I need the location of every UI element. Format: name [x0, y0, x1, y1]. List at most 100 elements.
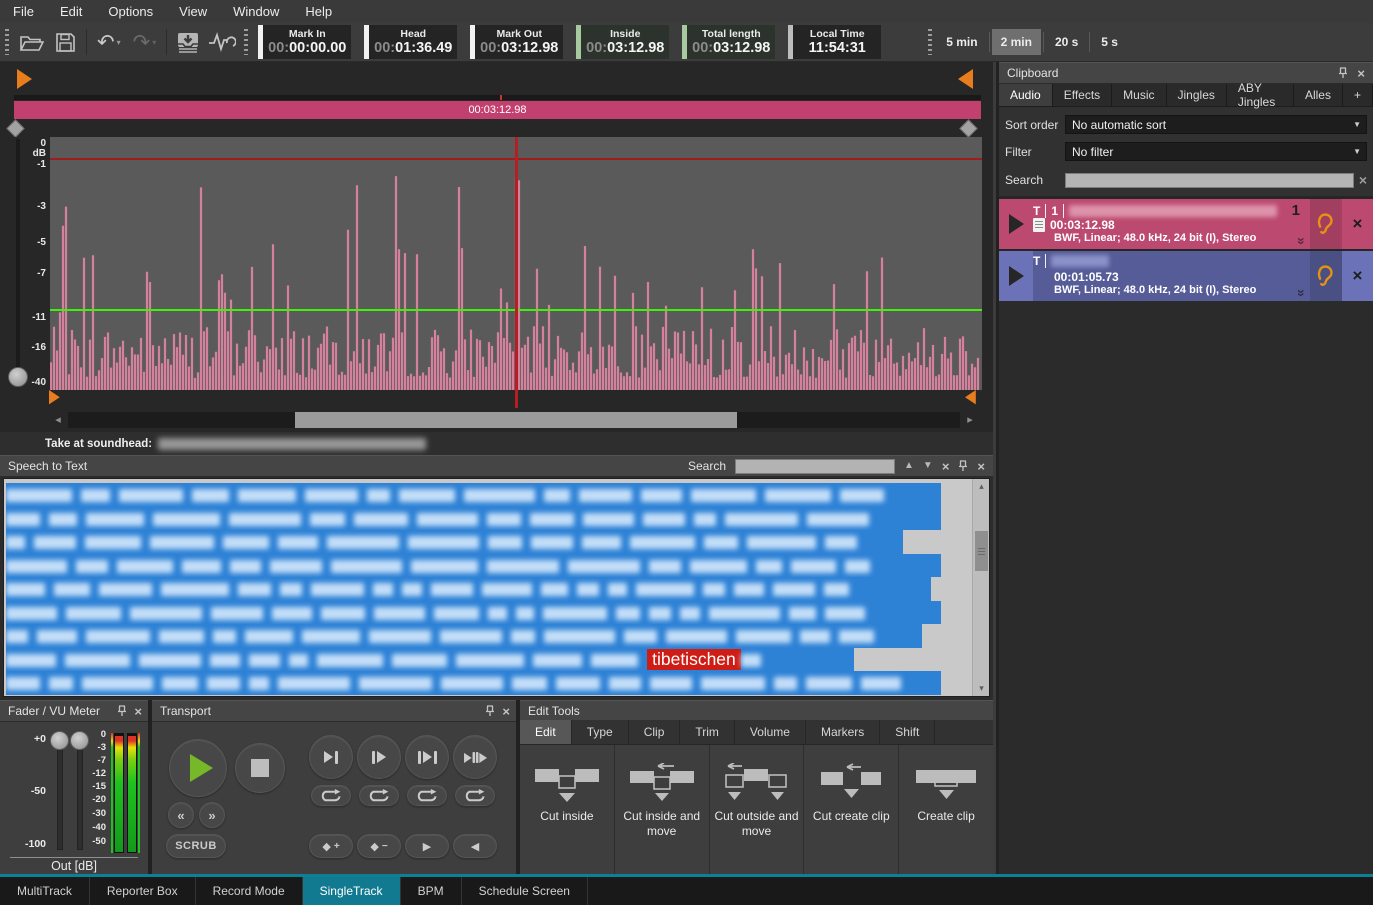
item-delete-button[interactable]: × [1340, 251, 1373, 301]
loop-button-3[interactable] [407, 785, 447, 806]
mark-out-marker-icon[interactable] [958, 69, 973, 89]
scroll-left-arrow[interactable]: ◂ [51, 411, 65, 428]
play-button[interactable] [169, 739, 227, 797]
tab-alles[interactable]: Alles [1294, 84, 1343, 106]
menu-edit[interactable]: Edit [47, 0, 95, 23]
tab-singletrack[interactable]: SingleTrack [303, 877, 401, 905]
remove-marker-button[interactable]: ◆− [357, 834, 401, 858]
tab-clip[interactable]: Clip [629, 720, 681, 744]
tab-shift[interactable]: Shift [880, 720, 935, 744]
zoom-preset-2min[interactable]: 2 min [992, 29, 1041, 55]
tab-aby-jingles[interactable]: ABY Jingles [1227, 84, 1294, 106]
save-button[interactable] [48, 27, 82, 57]
menu-help[interactable]: Help [292, 0, 345, 23]
tab-type[interactable]: Type [572, 720, 629, 744]
tab-add[interactable]: + [1343, 84, 1373, 106]
open-button[interactable] [14, 27, 48, 57]
zoom-preset-5s[interactable]: 5 s [1092, 29, 1127, 55]
add-marker-button[interactable]: ◆+ [309, 834, 353, 858]
tab-reporter-box[interactable]: Reporter Box [90, 877, 196, 905]
scrub-button[interactable]: SCRUB [166, 834, 226, 858]
fader-knob-right[interactable] [70, 731, 89, 750]
range-handle-right[interactable] [959, 119, 977, 137]
menu-options[interactable]: Options [95, 0, 166, 23]
range-handle-left[interactable] [6, 119, 24, 137]
search-clear-icon[interactable]: × [942, 460, 950, 473]
fader-track-left[interactable] [57, 740, 63, 850]
selection-range-bar[interactable]: 00:03:12.98 [14, 101, 981, 119]
cut-inside-button[interactable]: Cut inside [520, 745, 615, 874]
play-to-mark-button[interactable] [309, 735, 353, 779]
search-prev-icon[interactable]: ▲ [904, 461, 914, 471]
tab-schedule-screen[interactable]: Schedule Screen [462, 877, 588, 905]
tab-edit[interactable]: Edit [520, 720, 572, 744]
zoom-preset-20s[interactable]: 20 s [1046, 29, 1087, 55]
playhead-cursor[interactable] [515, 137, 518, 408]
clipboard-item-2[interactable]: T 00:01:05.73 BWF, Linear; 48.0 kHz, 24 … [999, 251, 1373, 301]
toolbar-grip[interactable] [928, 29, 932, 55]
loop-button-1[interactable] [311, 785, 351, 806]
tab-trim[interactable]: Trim [680, 720, 735, 744]
fader-track-right[interactable] [77, 740, 83, 850]
prelisten-button[interactable] [1310, 199, 1340, 249]
tab-multitrack[interactable]: MultiTrack [0, 877, 90, 905]
undo-dropdown-caret[interactable]: ▾ [117, 38, 121, 47]
clipboard-item-1[interactable]: T 1 1 00:03:12.98 BWF, Linear; 48.0 kHz,… [999, 199, 1373, 249]
vscroll-up-arrow[interactable]: ▴ [973, 479, 990, 494]
skip-back-button[interactable]: « [168, 802, 194, 828]
menu-file[interactable]: File [0, 0, 47, 23]
tab-bpm[interactable]: BPM [401, 877, 462, 905]
undo-button[interactable]: ↶ ▾ [91, 32, 127, 53]
filter-dropdown[interactable]: No filter ▼ [1065, 142, 1367, 161]
cut-outside-move-button[interactable]: Cut outside and move [710, 745, 805, 874]
vscroll-down-arrow[interactable]: ▾ [973, 681, 990, 696]
play-from-mark-button[interactable] [357, 735, 401, 779]
close-icon[interactable]: × [502, 705, 510, 718]
scroll-thumb[interactable] [295, 412, 737, 428]
vscroll-thumb[interactable] [975, 531, 988, 571]
pin-icon[interactable] [485, 705, 495, 717]
tab-volume[interactable]: Volume [735, 720, 806, 744]
speech-text-content[interactable]: tibetischen ▴ ▾ [3, 478, 990, 697]
item-body[interactable]: T 1 1 00:03:12.98 BWF, Linear; 48.0 kHz,… [1033, 199, 1310, 249]
clipboard-search-input[interactable] [1065, 173, 1354, 188]
collapse-chevrons-icon[interactable]: » [1294, 289, 1310, 297]
mark-in-marker-icon[interactable] [17, 69, 32, 89]
speech-search-input[interactable] [735, 459, 895, 474]
item-body[interactable]: T 00:01:05.73 BWF, Linear; 48.0 kHz, 24 … [1033, 251, 1310, 301]
loop-button-4[interactable] [455, 785, 495, 806]
close-icon[interactable]: × [977, 460, 985, 473]
prelisten-button[interactable] [1310, 251, 1340, 301]
prev-marker-button[interactable]: ◀ [453, 834, 497, 858]
speech-text[interactable]: tibetischen [6, 483, 970, 696]
tab-jingles[interactable]: Jingles [1167, 84, 1227, 106]
scroll-track[interactable] [68, 412, 960, 428]
tab-music[interactable]: Music [1112, 84, 1166, 106]
pin-icon[interactable] [117, 705, 127, 717]
tab-audio[interactable]: Audio [999, 84, 1053, 106]
scroll-right-arrow[interactable]: ▸ [963, 411, 977, 428]
fader-knob-left[interactable] [50, 731, 69, 750]
play-around-mark-button[interactable] [453, 735, 497, 779]
mark-in-lower-icon[interactable] [49, 390, 60, 404]
loop-button-2[interactable] [359, 785, 399, 806]
item-delete-button[interactable]: × [1340, 199, 1373, 249]
toolbar-grip[interactable] [5, 29, 9, 55]
pin-icon[interactable] [1338, 67, 1348, 79]
next-marker-button[interactable]: ▶ [405, 834, 449, 858]
tab-markers[interactable]: Markers [806, 720, 880, 744]
import-take-button[interactable] [171, 27, 205, 57]
toolbar-grip[interactable] [244, 29, 248, 55]
zoom-preset-5min[interactable]: 5 min [937, 29, 986, 55]
menu-window[interactable]: Window [220, 0, 292, 23]
cut-inside-move-button[interactable]: Cut inside and move [615, 745, 710, 874]
menu-view[interactable]: View [166, 0, 220, 23]
item-play-button[interactable] [999, 251, 1033, 301]
tab-record-mode[interactable]: Record Mode [196, 877, 303, 905]
create-clip-button[interactable]: Create clip [899, 745, 993, 874]
play-between-marks-button[interactable] [405, 735, 449, 779]
search-clear-icon[interactable]: × [1359, 172, 1367, 188]
search-highlight[interactable]: tibetischen [647, 649, 741, 670]
skip-forward-button[interactable]: » [199, 802, 225, 828]
redo-button[interactable]: ↷ ▾ [127, 32, 163, 53]
